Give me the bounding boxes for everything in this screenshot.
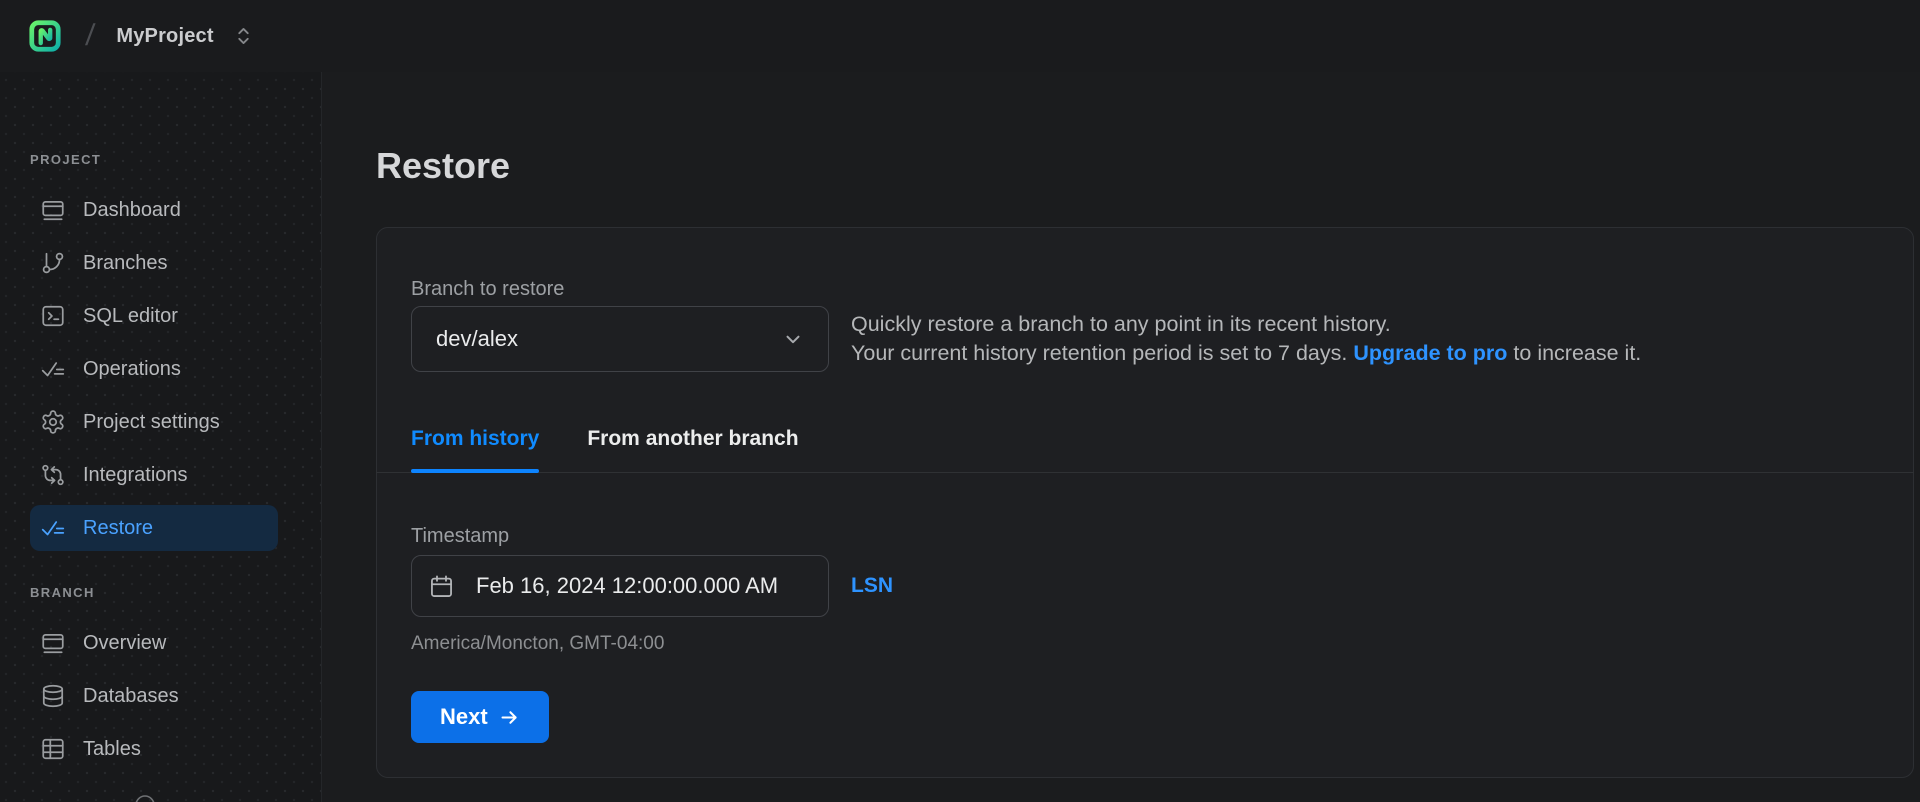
restore-tabs: From history From another branch xyxy=(376,427,1914,473)
sidebar-item-tables[interactable]: Tables xyxy=(30,726,278,772)
page-title: Restore xyxy=(376,145,511,186)
sidebar-item-sql-editor[interactable]: SQL editor xyxy=(30,293,278,339)
next-button[interactable]: Next xyxy=(411,691,549,743)
timestamp-value: Feb 16, 2024 12:00:00.000 AM xyxy=(476,573,779,598)
shell: PROJECT Dashboard Branches SQL editor Op… xyxy=(0,72,1920,802)
arrow-right-icon xyxy=(499,707,520,728)
sidebar-item-branches[interactable]: Branches xyxy=(30,240,278,286)
timezone-text: America/Moncton, GMT-04:00 xyxy=(411,633,665,654)
sidebar-item-label: Integrations xyxy=(83,464,188,486)
chevron-down-icon xyxy=(782,328,804,350)
sidebar-section-project: PROJECT xyxy=(30,152,102,167)
sidebar-item-dashboard[interactable]: Dashboard xyxy=(30,187,278,233)
sidebar-item-restore[interactable]: Restore xyxy=(30,505,278,551)
sidebar-item-label: Dashboard xyxy=(83,199,181,221)
git-branch-icon xyxy=(40,250,66,276)
next-button-label: Next xyxy=(440,704,488,729)
sidebar-section-branch: BRANCH xyxy=(30,585,95,600)
app-root: / MyProject PROJECT Dashboard Branches S… xyxy=(0,0,1920,802)
gear-icon xyxy=(40,409,66,435)
window-icon xyxy=(40,197,66,223)
branch-select[interactable]: dev/alex xyxy=(411,306,829,372)
branch-row: dev/alex Quickly restore a branch to any… xyxy=(411,306,1879,372)
chevron-up-down-icon xyxy=(235,26,252,46)
restore-card: Branch to restore dev/alex Quickly resto… xyxy=(376,227,1914,778)
database-icon xyxy=(40,683,66,709)
main-content: Restore Branch to restore dev/alex Quick… xyxy=(322,72,1920,802)
description-line1: Quickly restore a branch to any point in… xyxy=(851,312,1391,336)
sidebar-item-label: Project settings xyxy=(83,411,220,433)
neon-logo-icon[interactable] xyxy=(28,19,62,53)
sidebar-item-label: SQL editor xyxy=(83,305,178,327)
terminal-icon xyxy=(40,303,66,329)
sync-arrows-icon xyxy=(40,462,66,488)
branch-to-restore-label: Branch to restore xyxy=(411,278,565,300)
tab-from-another-branch[interactable]: From another branch xyxy=(587,427,798,472)
breadcrumb-divider: / xyxy=(84,19,97,52)
timestamp-row: Feb 16, 2024 12:00:00.000 AM LSN xyxy=(411,555,1879,617)
calendar-icon xyxy=(428,573,455,600)
sidebar-item-operations[interactable]: Operations xyxy=(30,346,278,392)
checklist-icon xyxy=(40,515,66,541)
sidebar-item-databases[interactable]: Databases xyxy=(30,673,278,719)
description-line2-prefix: Your current history retention period is… xyxy=(851,341,1354,365)
sidebar-item-label: Restore xyxy=(83,517,154,539)
branch-select-value: dev/alex xyxy=(436,326,518,351)
project-nav: Dashboard Branches SQL editor Operations… xyxy=(30,187,321,551)
lsn-link[interactable]: LSN xyxy=(851,574,893,598)
branch-nav: Overview Databases Tables xyxy=(30,620,321,772)
top-bar: / MyProject xyxy=(0,0,1920,72)
sidebar-item-label: Operations xyxy=(83,358,181,380)
partial-item-icon xyxy=(133,793,157,802)
sidebar-item-label: Overview xyxy=(83,632,167,654)
project-name: MyProject xyxy=(116,24,214,47)
timestamp-input[interactable]: Feb 16, 2024 12:00:00.000 AM xyxy=(411,555,829,617)
upgrade-to-pro-link[interactable]: Upgrade to pro xyxy=(1353,341,1507,365)
table-icon xyxy=(40,736,66,762)
sidebar: PROJECT Dashboard Branches SQL editor Op… xyxy=(0,72,322,802)
project-selector[interactable]: MyProject xyxy=(116,25,251,48)
description-line2: Your current history retention period is… xyxy=(851,339,1641,368)
sidebar-item-integrations[interactable]: Integrations xyxy=(30,452,278,498)
sidebar-item-label: Databases xyxy=(83,685,179,707)
window-icon xyxy=(40,630,66,656)
restore-description: Quickly restore a branch to any point in… xyxy=(851,310,1641,368)
tab-from-history[interactable]: From history xyxy=(411,427,540,473)
sidebar-item-project-settings[interactable]: Project settings xyxy=(30,399,278,445)
description-line2-suffix: to increase it. xyxy=(1507,341,1642,365)
sidebar-item-overview[interactable]: Overview xyxy=(30,620,278,666)
sidebar-item-label: Tables xyxy=(83,738,141,760)
sidebar-item-label: Branches xyxy=(83,252,168,274)
checklist-icon xyxy=(40,356,66,382)
timestamp-label: Timestamp xyxy=(411,525,510,547)
